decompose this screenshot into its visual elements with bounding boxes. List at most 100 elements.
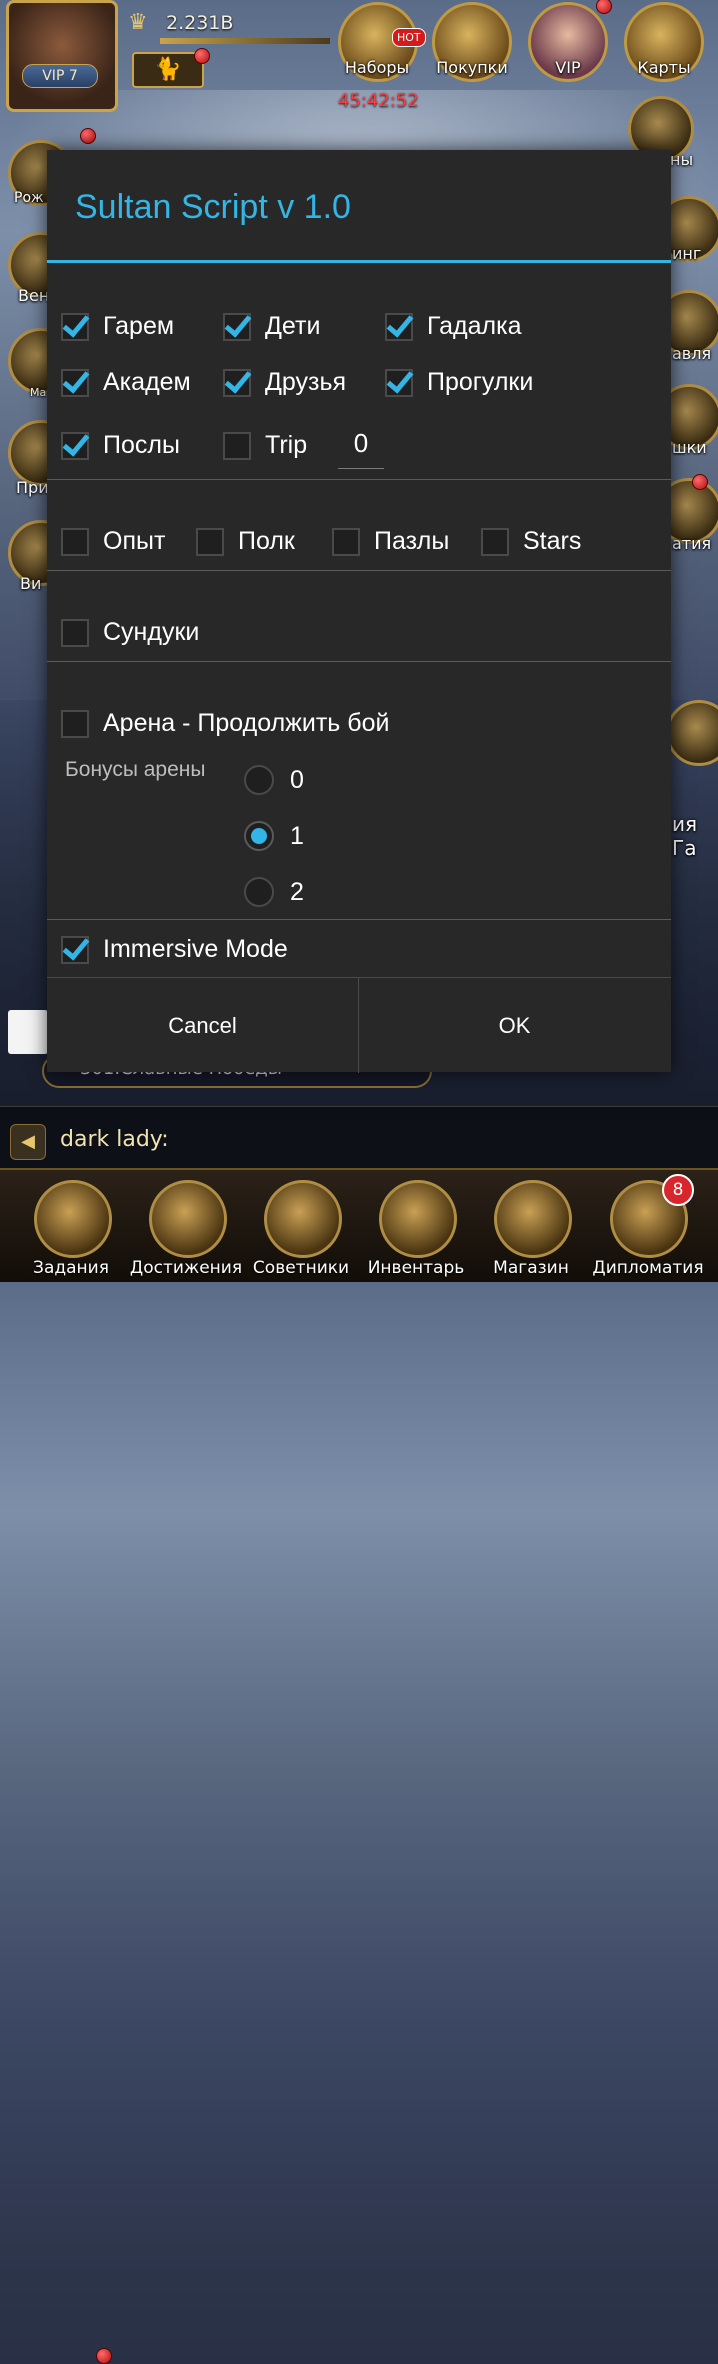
checkbox-box[interactable] [61,935,89,964]
checkbox-label: Дети [265,312,321,340]
top-hud: VIP 7 ♛ 2.231B 🐈 Наборы HOT Покупки VIP … [0,0,718,120]
radio-dot[interactable] [244,765,274,795]
checkbox-box[interactable] [61,709,89,738]
bundles-label: Наборы [344,58,410,77]
nav-achievements[interactable]: Достижения [127,1174,245,1282]
script-settings-dialog: Sultan Script v 1.0 Гарем Дети Гадалка А… [47,150,671,1073]
side-label: Вен [18,286,50,305]
checkbox-puzzles[interactable]: Пазлы [332,527,449,556]
checkbox-label: Арена - Продолжить бой [103,709,390,737]
nav-label: Инвентарь [367,1258,465,1278]
scroll-icon [34,1180,112,1258]
crown-icon: ♛ [128,10,148,35]
dialog-button-bar: Cancel OK [47,977,671,1073]
side-label: Ви [20,574,42,593]
checkbox-walks[interactable]: Прогулки [385,368,533,397]
trophy-icon [149,1180,227,1258]
ok-button[interactable]: OK [359,978,670,1073]
checkbox-regiment[interactable]: Полк [196,527,295,556]
checkbox-box[interactable] [61,527,89,556]
checkbox-friends[interactable]: Друзья [223,368,346,397]
purchases-label: Покупки [436,58,508,77]
checkbox-label: Пазлы [374,527,450,555]
cancel-button[interactable]: Cancel [47,978,358,1073]
checkbox-label: Trip [265,431,308,459]
notification-dot [80,128,96,144]
checkbox-immersive-mode[interactable]: Immersive Mode [61,935,288,964]
checkbox-box[interactable] [223,312,251,341]
checkbox-box[interactable] [385,368,413,397]
megaphone-icon[interactable]: ◀ [10,1124,46,1160]
checkbox-box[interactable] [223,431,251,460]
checkbox-box[interactable] [61,312,89,341]
diplomacy-count-badge: 8 [662,1174,694,1206]
bag-icon [379,1180,457,1258]
title-divider [47,260,671,263]
checkbox-label: Immersive Mode [103,935,288,963]
vip-label: VIP [555,58,581,77]
checkbox-label: Друзья [265,368,347,396]
nav-inventory[interactable]: Инвентарь [357,1174,475,1282]
trip-count-input[interactable]: 0 [338,428,384,469]
nav-advisors[interactable]: Советники [242,1174,360,1282]
section-divider [47,570,671,571]
section-divider [47,919,671,920]
checkbox-academy[interactable]: Академ [61,368,191,397]
checkbox-label: Гадалка [427,312,522,340]
notification-dot [96,2348,112,2364]
power-value: 2.231B [166,12,234,34]
nav-label: Достижения [129,1258,243,1278]
checkbox-fortune-teller[interactable]: Гадалка [385,312,522,341]
checkbox-box[interactable] [196,527,224,556]
checkbox-arena-continue[interactable]: Арена - Продолжить бой [61,709,389,738]
nav-tasks[interactable]: Задания [12,1174,130,1282]
checkbox-trip[interactable]: Trip [223,431,307,460]
side-label: атия [672,534,712,553]
checkbox-label: Прогулки [427,368,534,396]
side-label: авля [672,344,712,363]
checkbox-harem[interactable]: Гарем [61,312,174,341]
side-label: инг [672,244,702,263]
checkbox-label: Stars [523,527,582,555]
radio-label: 2 [290,877,304,906]
checkbox-box[interactable] [385,312,413,341]
checkbox-box[interactable] [61,618,89,647]
hot-badge: HOT [392,28,426,47]
power-bar [160,38,330,44]
radio-label: 1 [290,821,304,850]
checkbox-box[interactable] [481,527,509,556]
notification-dot [194,48,210,64]
checkbox-label: Полк [238,527,295,555]
notification-dot [596,0,612,14]
checkbox-box[interactable] [223,368,251,397]
nav-label: Дипломатия [592,1258,704,1278]
checkbox-label: Гарем [103,312,175,340]
radio-label: 0 [290,765,304,794]
helmet-icon [264,1180,342,1258]
side-label: При [16,478,49,497]
checkbox-stars[interactable]: Stars [481,527,581,556]
player-avatar[interactable] [6,0,118,112]
nav-label: Советники [252,1258,350,1278]
nav-shop[interactable]: Магазин [472,1174,590,1282]
radio-dot[interactable] [244,821,274,851]
checkbox-envoys[interactable]: Послы [61,431,180,460]
radio-bonus-1[interactable]: 1 [244,821,304,851]
checkbox-chests[interactable]: Сундуки [61,618,199,647]
dialog-title: Sultan Script v 1.0 [75,188,351,226]
bottom-navigation: Задания Достижения Советники Инвентарь М… [0,1168,718,2364]
nav-label: Магазин [493,1258,569,1278]
section-divider [47,661,671,662]
checkbox-experience[interactable]: Опыт [61,527,165,556]
side-panel-tab[interactable] [8,1010,48,1054]
cat-icon: 🐈 [154,57,182,82]
checkbox-box[interactable] [61,431,89,460]
checkbox-box[interactable] [61,368,89,397]
radio-dot[interactable] [244,877,274,907]
checkbox-box[interactable] [332,527,360,556]
radio-bonus-0[interactable]: 0 [244,765,304,795]
checkbox-label: Послы [103,431,180,459]
radio-bonus-2[interactable]: 2 [244,877,304,907]
checkbox-label: Сундуки [103,618,200,646]
checkbox-children[interactable]: Дети [223,312,320,341]
